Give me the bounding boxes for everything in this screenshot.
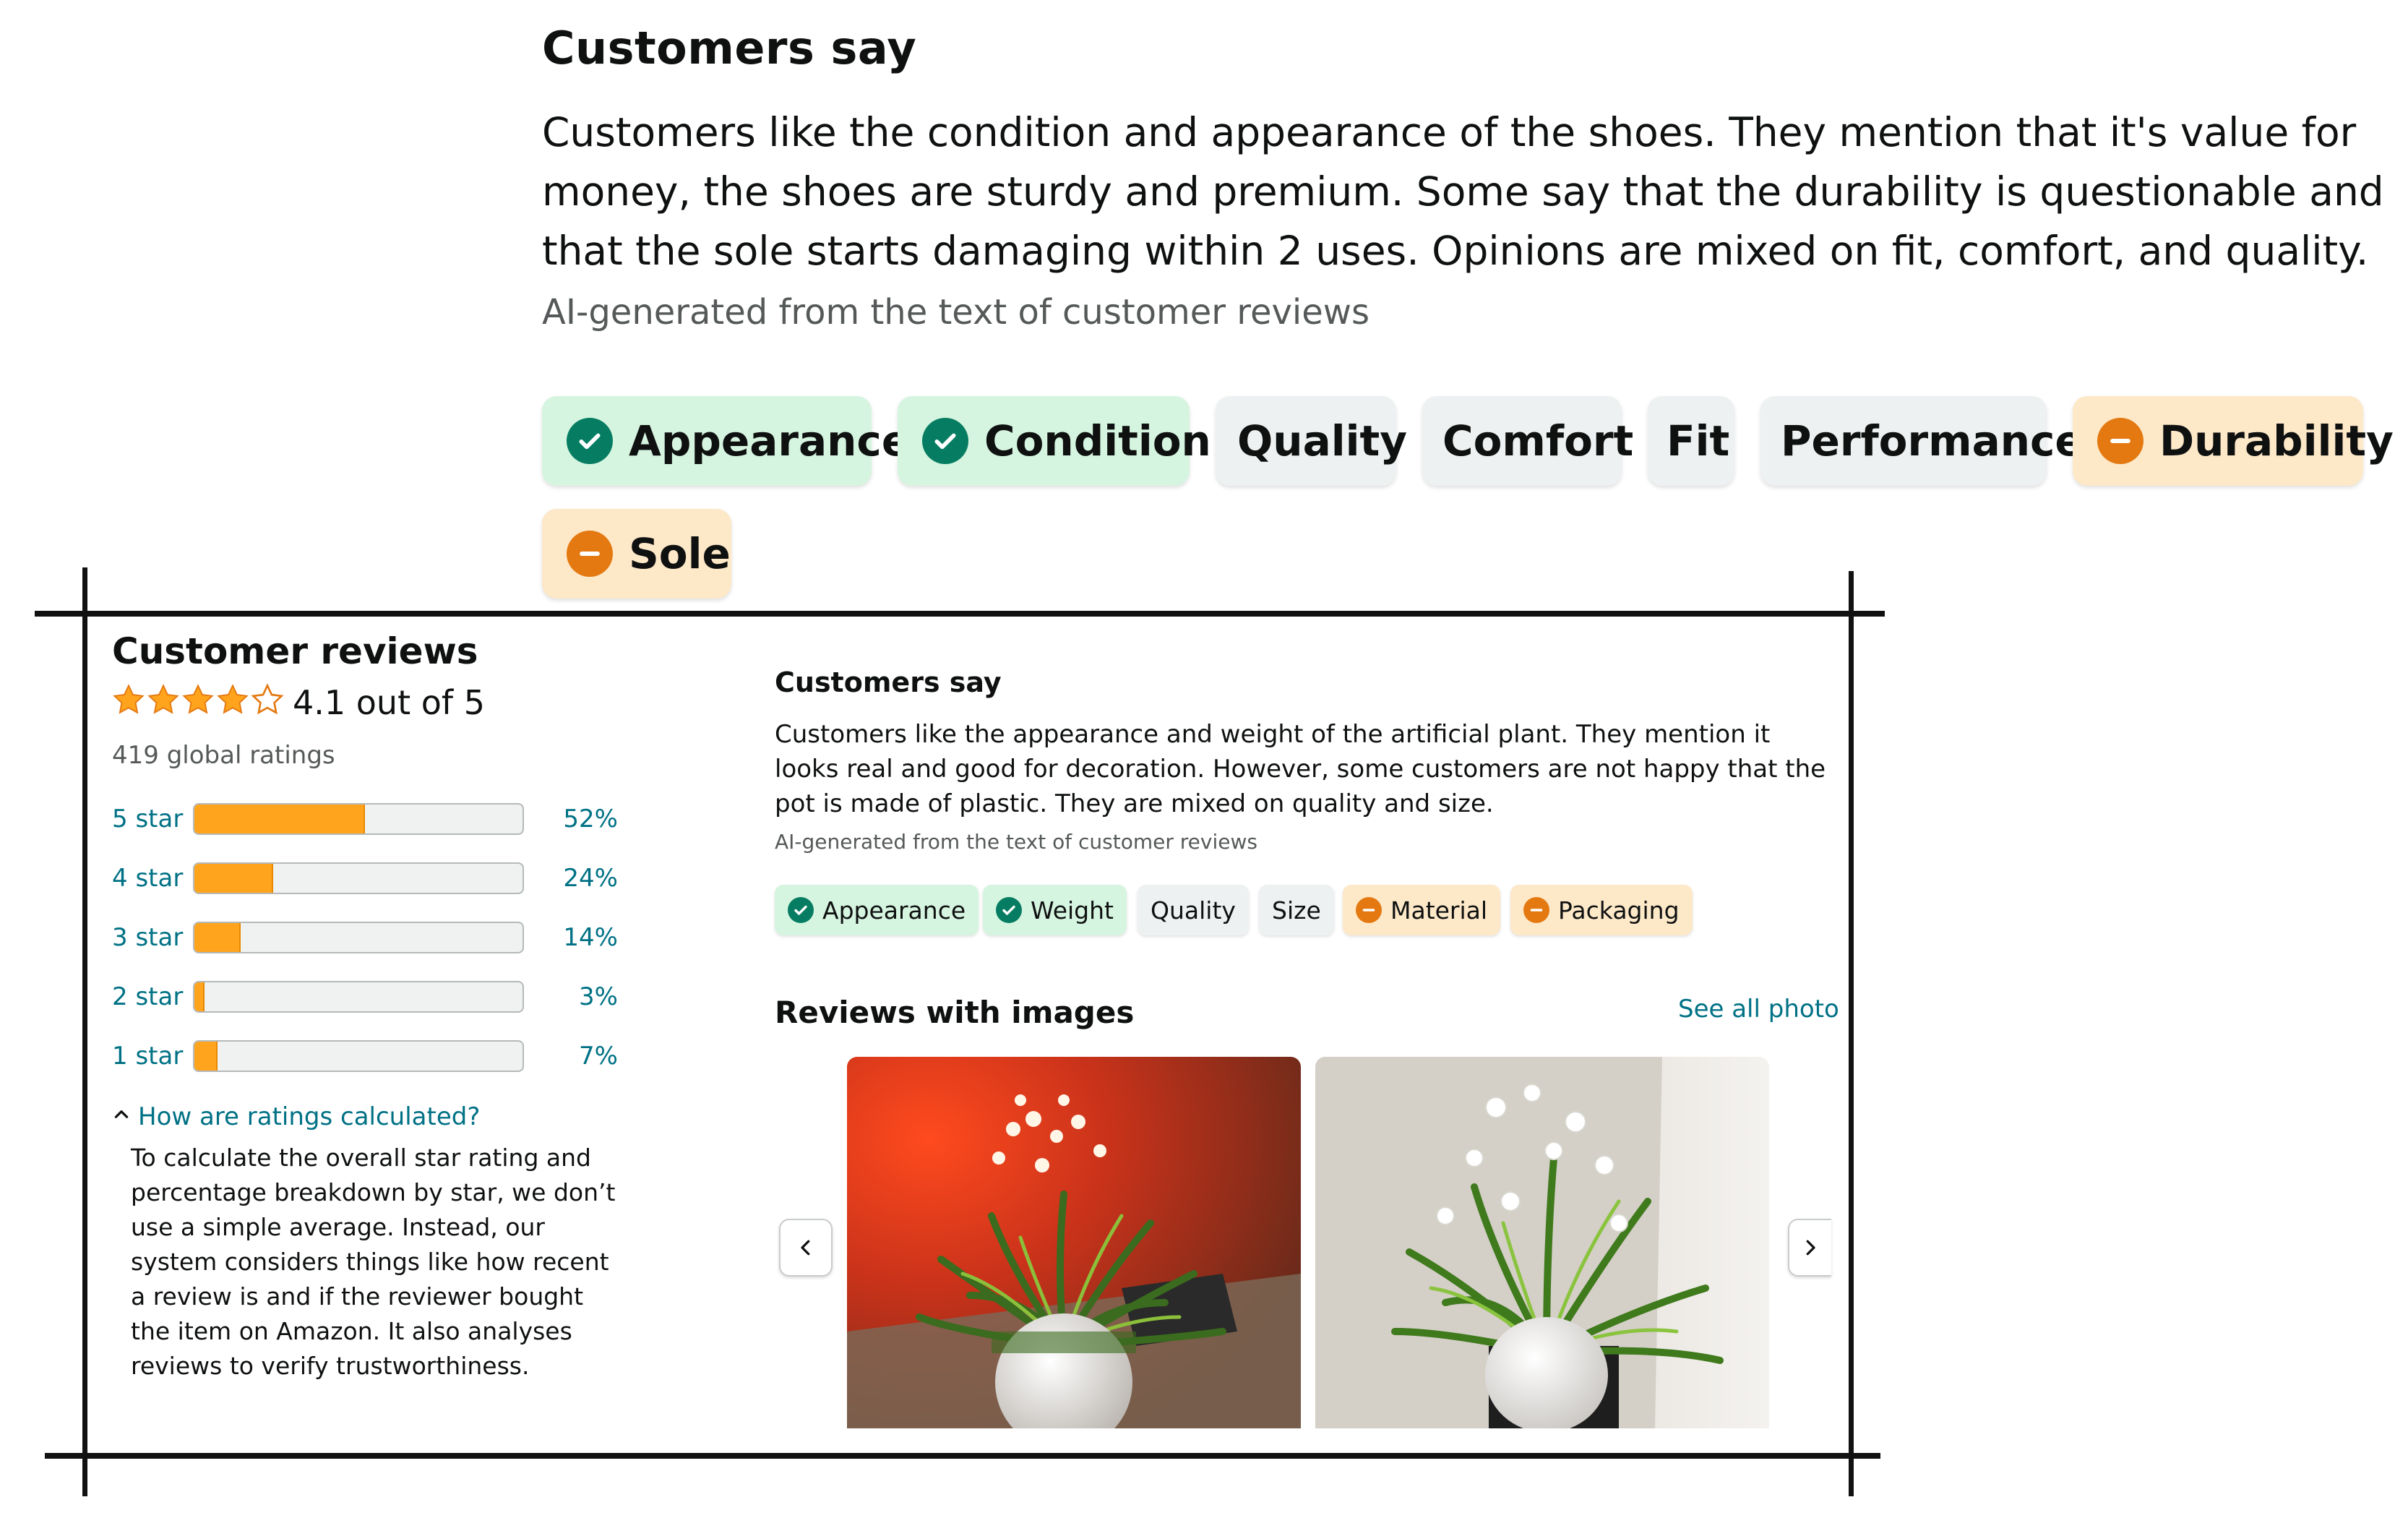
ai-generated-note: AI-generated from the text of customer r… [542, 292, 1370, 333]
chip-label: Packaging [1558, 896, 1680, 925]
histogram-row-2-star[interactable]: 2 star 3% [112, 978, 618, 1017]
inner-ai-generated-note: AI-generated from the text of customer r… [775, 830, 1257, 854]
chip-label: Sole [629, 529, 731, 578]
global-ratings-count: 419 global ratings [112, 741, 335, 770]
histogram-percent[interactable]: 24% [531, 864, 618, 893]
rating-out-of-text: 4.1 out of 5 [293, 683, 485, 722]
histogram-label[interactable]: 5 star [112, 805, 183, 833]
chip-label: Condition [984, 416, 1211, 466]
frame-right-border [1849, 571, 1854, 1496]
check-circle-icon [922, 418, 968, 464]
inner-chip-material[interactable]: Material [1343, 885, 1501, 935]
see-all-photos-link[interactable]: See all photo [1678, 995, 1839, 1024]
chip-label: Performance [1781, 416, 2084, 466]
chip-label: Weight [1031, 896, 1114, 925]
chip-label: Quality [1237, 416, 1408, 466]
plant-photo-white-flowers [1315, 1057, 1769, 1428]
chip-label: Comfort [1442, 416, 1634, 466]
histogram-percent[interactable]: 7% [531, 1042, 618, 1071]
chip-label: Quality [1151, 896, 1236, 925]
star-full-icon [217, 684, 249, 714]
minus-circle-icon [567, 531, 613, 577]
histogram-fill [194, 923, 241, 952]
histogram-row-1-star[interactable]: 1 star 7% [112, 1037, 618, 1076]
chip-durability[interactable]: Durability [2073, 396, 2394, 486]
review-photo-1[interactable] [847, 1057, 1301, 1428]
histogram-row-5-star[interactable]: 5 star 52% [112, 800, 618, 839]
histogram-row-3-star[interactable]: 3 star 14% [112, 919, 618, 958]
carousel-next-button[interactable] [1788, 1219, 1831, 1277]
chip-appearance[interactable]: Appearance [542, 396, 910, 486]
star-rating [112, 683, 285, 716]
chip-label: Material [1390, 896, 1488, 925]
frame-bottom-border [45, 1453, 1880, 1459]
minus-circle-icon [1523, 897, 1549, 923]
chip-comfort[interactable]: Comfort [1422, 396, 1633, 486]
histogram-fill [194, 864, 273, 893]
histogram-bar [193, 1040, 524, 1072]
chip-label: Size [1272, 896, 1321, 925]
chip-label: Fit [1667, 416, 1730, 466]
histogram-bar [193, 803, 524, 835]
inner-chip-appearance[interactable]: Appearance [775, 885, 979, 935]
frame-top-border [35, 611, 1885, 617]
carousel-prev-button[interactable] [779, 1219, 833, 1277]
star-empty-icon [251, 683, 284, 715]
star-full-icon [113, 684, 145, 714]
ratings-explanation: To calculate the overall star rating and… [131, 1144, 616, 1380]
section-title: Customers say [542, 22, 917, 74]
histogram-percent[interactable]: 52% [531, 805, 618, 833]
inner-chip-quality[interactable]: Quality [1138, 885, 1249, 935]
inner-chip-weight[interactable]: Weight [983, 885, 1127, 935]
inner-customers-say-title: Customers say [775, 666, 1002, 698]
star-full-icon [182, 684, 214, 714]
chip-label: Durability [2159, 416, 2394, 466]
plant-photo-red-light [847, 1057, 1301, 1428]
chip-sole[interactable]: Sole [542, 509, 731, 599]
how-ratings-calculated-link[interactable]: How are ratings calculated? [112, 1102, 480, 1131]
summary-text: Customers like the condition and appeara… [542, 109, 2384, 275]
histogram-percent[interactable]: 14% [531, 923, 618, 952]
histogram-fill [194, 805, 366, 833]
check-circle-icon [788, 897, 814, 923]
chip-quality[interactable]: Quality [1216, 396, 1407, 486]
histogram-label[interactable]: 2 star [112, 982, 183, 1011]
histogram-fill [194, 982, 205, 1011]
chip-condition[interactable]: Condition [898, 396, 1211, 486]
histogram-bar [193, 981, 524, 1013]
chevron-up-icon [112, 1105, 131, 1130]
histogram-label[interactable]: 3 star [112, 923, 183, 952]
top-customers-say-section: Customers say Customers like the conditi… [542, 22, 2399, 341]
minus-circle-icon [2097, 418, 2143, 464]
chevron-right-icon [1806, 1240, 1815, 1256]
star-full-icon [147, 684, 179, 714]
histogram-bar [193, 922, 524, 953]
minus-circle-icon [1356, 897, 1382, 923]
histogram-label[interactable]: 1 star [112, 1042, 183, 1071]
check-circle-icon [996, 897, 1022, 923]
histogram-bar [193, 862, 524, 894]
inner-chip-packaging[interactable]: Packaging [1510, 885, 1693, 935]
chip-label: Appearance [629, 416, 911, 466]
chevron-left-icon [801, 1240, 810, 1256]
histogram-row-4-star[interactable]: 4 star 24% [112, 859, 618, 899]
frame-left-border [82, 567, 87, 1496]
how-ratings-label[interactable]: How are ratings calculated? [138, 1102, 480, 1131]
chip-fit[interactable]: Fit [1648, 396, 1734, 486]
chip-label: Appearance [822, 896, 966, 925]
inner-summary-text: Customers like the appearance and weight… [775, 720, 1826, 818]
reviews-with-images-title: Reviews with images [775, 995, 1135, 1030]
check-circle-icon [567, 418, 613, 464]
histogram-label[interactable]: 4 star [112, 864, 183, 893]
histogram-fill [194, 1042, 218, 1071]
chip-performance[interactable]: Performance [1760, 396, 2084, 486]
review-photo-2[interactable] [1315, 1057, 1769, 1428]
inner-chip-size[interactable]: Size [1259, 885, 1334, 935]
histogram-percent[interactable]: 3% [531, 982, 618, 1011]
customer-reviews-title: Customer reviews [112, 630, 478, 672]
